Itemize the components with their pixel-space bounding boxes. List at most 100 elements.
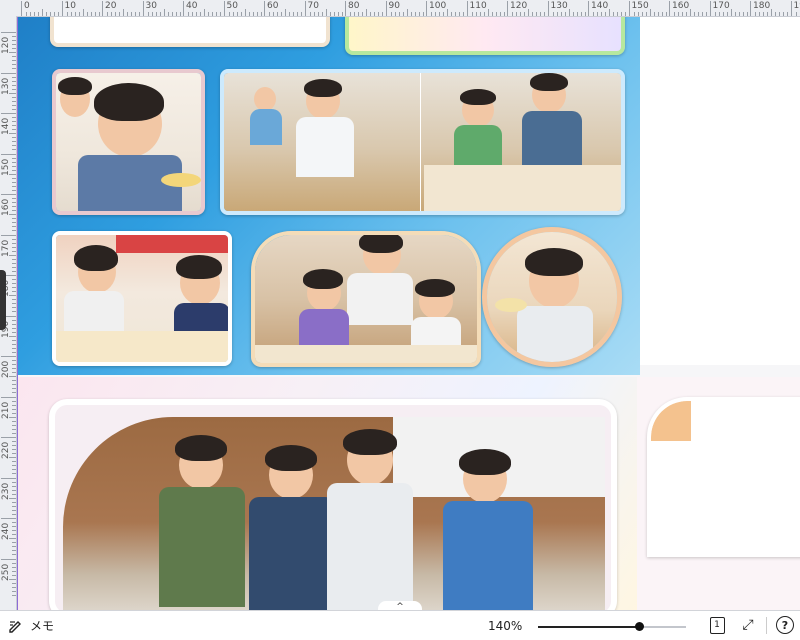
memo-icon <box>8 618 24 634</box>
ruler-minor-tick <box>423 12 424 16</box>
ruler-minor-tick <box>12 384 16 385</box>
ruler-minor-tick <box>463 12 464 16</box>
ruler-minor-tick <box>743 12 744 16</box>
side-panel-handle[interactable] <box>0 270 6 330</box>
ruler-minor-tick <box>12 571 16 572</box>
help-button[interactable]: ? <box>775 615 795 635</box>
ruler-minor-tick <box>666 12 667 16</box>
ruler-minor-tick <box>12 530 16 531</box>
zoom-slider-knob[interactable] <box>635 622 644 631</box>
ruler-minor-tick <box>12 425 16 426</box>
photo-boy-eating[interactable] <box>52 69 205 215</box>
ruler-minor-tick <box>796 12 797 16</box>
ruler-minor-tick <box>12 44 16 45</box>
ruler-x-label: 170 <box>713 1 730 11</box>
ruler-minor-tick <box>12 352 16 353</box>
ruler-minor-tick <box>12 77 16 78</box>
ruler-minor-tick <box>12 368 16 369</box>
ruler-minor-tick <box>9 295 16 296</box>
ruler-minor-tick <box>12 591 16 592</box>
photo-singing-kids[interactable] <box>63 417 605 610</box>
ruler-minor-tick <box>310 12 311 16</box>
ruler-minor-tick <box>12 502 16 503</box>
ruler-minor-tick <box>12 64 16 65</box>
ruler-minor-tick <box>208 12 209 16</box>
photo-circle-boy[interactable] <box>482 227 622 367</box>
ruler-minor-tick <box>12 388 16 389</box>
ruler-minor-tick <box>12 307 16 308</box>
ruler-minor-tick <box>435 12 436 16</box>
ruler-minor-tick <box>12 409 16 410</box>
ruler-minor-tick <box>609 9 610 16</box>
ruler-minor-tick <box>12 563 16 564</box>
album-page-right[interactable] <box>637 377 800 610</box>
ruler-minor-tick <box>9 255 16 256</box>
ruler-x-label: 160 <box>672 1 689 11</box>
ruler-minor-tick <box>12 125 16 126</box>
album-page-pink[interactable] <box>17 377 637 610</box>
photo-frame-top-right[interactable] <box>345 17 625 55</box>
photo-frame-top-left[interactable] <box>50 17 330 47</box>
ruler-minor-tick <box>775 12 776 16</box>
ruler-minor-tick <box>12 542 16 543</box>
photo-arched-group[interactable] <box>251 231 481 367</box>
photo-frame-empty[interactable] <box>647 397 800 557</box>
ruler-minor-tick <box>111 12 112 16</box>
ruler-minor-tick <box>12 68 16 69</box>
design-canvas[interactable] <box>17 17 800 610</box>
ruler-minor-tick <box>204 9 205 16</box>
ruler-minor-tick <box>12 259 16 260</box>
ruler-minor-tick <box>12 380 16 381</box>
ruler-x-label: 90 <box>389 1 400 11</box>
ruler-minor-tick <box>735 12 736 16</box>
ruler-major-tick <box>1 559 16 560</box>
ruler-minor-tick <box>747 12 748 16</box>
ruler-minor-tick <box>715 12 716 16</box>
ruler-minor-tick <box>613 12 614 16</box>
ruler-minor-tick <box>12 162 16 163</box>
photo-girl-and-boys[interactable] <box>52 231 232 366</box>
ruler-minor-tick <box>115 12 116 16</box>
help-icon: ? <box>776 616 794 634</box>
ruler-minor-tick <box>391 12 392 16</box>
ruler-major-tick <box>264 1 265 16</box>
ruler-minor-tick <box>12 206 16 207</box>
ruler-minor-tick <box>476 12 477 16</box>
ruler-minor-tick <box>277 12 278 16</box>
ruler-major-tick <box>224 1 225 16</box>
ruler-minor-tick <box>318 12 319 16</box>
ruler-minor-tick <box>12 401 16 402</box>
fullscreen-button[interactable]: ⤢ <box>738 615 758 635</box>
ruler-minor-tick <box>212 12 213 16</box>
ruler-major-tick <box>102 1 103 16</box>
ruler-minor-tick <box>233 12 234 16</box>
ruler-minor-tick <box>787 12 788 16</box>
memo-button[interactable]: メモ <box>8 617 54 634</box>
zoom-slider[interactable] <box>538 626 686 628</box>
ruler-major-tick <box>1 397 16 398</box>
ruler-minor-tick <box>12 575 16 576</box>
ruler-minor-tick <box>269 12 270 16</box>
ruler-minor-tick <box>12 141 16 142</box>
photo-frame-singing[interactable] <box>49 399 617 610</box>
ruler-minor-tick <box>67 12 68 16</box>
ruler-minor-tick <box>496 12 497 16</box>
ruler-minor-tick <box>192 12 193 16</box>
ruler-minor-tick <box>342 12 343 16</box>
ruler-x-label: 10 <box>65 1 76 11</box>
ruler-minor-tick <box>654 12 655 16</box>
ruler-x-label: 110 <box>470 1 487 11</box>
page-view-button[interactable]: 1 <box>707 615 727 635</box>
ruler-minor-tick <box>12 510 16 511</box>
ruler-minor-tick <box>34 12 35 16</box>
ruler-minor-tick <box>9 538 16 539</box>
ruler-minor-tick <box>12 218 16 219</box>
ruler-minor-tick <box>472 12 473 16</box>
photo-classroom-lunch[interactable] <box>220 69 625 215</box>
album-page-blank[interactable] <box>640 17 800 365</box>
ruler-minor-tick <box>12 486 16 487</box>
ruler-minor-tick <box>415 12 416 16</box>
memo-label: メモ <box>30 617 54 634</box>
album-page-blue[interactable] <box>17 17 640 375</box>
ruler-minor-tick <box>504 12 505 16</box>
